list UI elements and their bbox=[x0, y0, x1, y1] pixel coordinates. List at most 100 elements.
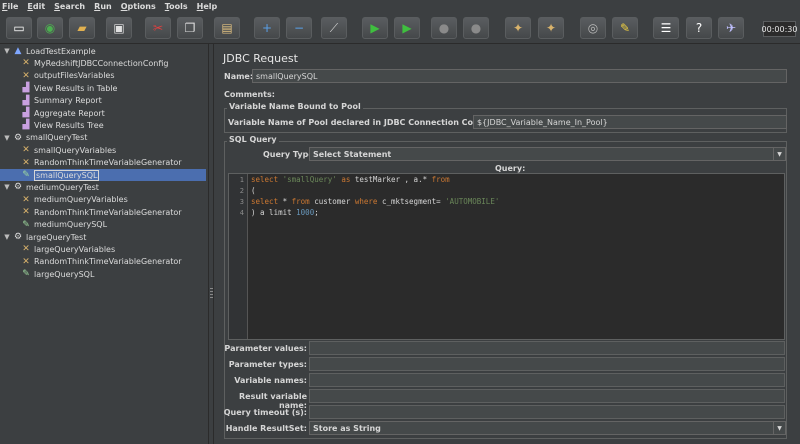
toggle-icon: ⟋ bbox=[329, 20, 339, 35]
comments-input[interactable] bbox=[272, 88, 787, 100]
tree-node[interactable]: ▟ Summary Report bbox=[0, 95, 102, 107]
menu-file[interactable]: File bbox=[2, 2, 18, 11]
name-label: Name: bbox=[224, 72, 254, 81]
tree-node[interactable]: ✕ RandomThinkTimeVariableGenerator bbox=[0, 157, 182, 169]
expand-button[interactable]: + bbox=[254, 17, 280, 39]
pool-variable-input[interactable]: ${JDBC_Variable_Name_In_Pool} bbox=[473, 115, 787, 129]
config-icon: ✕ bbox=[22, 244, 30, 255]
tree-node[interactable]: ✕ mediumQueryVariables bbox=[0, 194, 128, 206]
menu-search[interactable]: Search bbox=[54, 2, 85, 11]
clear-button[interactable]: ✦ bbox=[505, 17, 531, 39]
line-number: 2 bbox=[239, 187, 244, 195]
tree-node-label: largeQueryTest bbox=[26, 232, 87, 242]
menu-edit[interactable]: Edit bbox=[27, 2, 45, 11]
tree-node-label: LoadTestExample bbox=[26, 46, 96, 56]
tree-node-label: View Results in Table bbox=[34, 83, 118, 93]
tree-node[interactable]: ✎ smallQuerySQL bbox=[0, 169, 206, 181]
remote-icon: ✈ bbox=[725, 21, 737, 35]
tree-node[interactable]: ▼ ⚙ largeQueryTest bbox=[0, 231, 86, 243]
cut-button[interactable]: ✂ bbox=[145, 17, 171, 39]
tree-node[interactable]: ▟ View Results Tree bbox=[0, 119, 104, 131]
param-input[interactable] bbox=[309, 373, 785, 387]
expand-toggle-icon[interactable]: ▼ bbox=[3, 134, 11, 142]
param-label: Parameter types: bbox=[228, 360, 307, 369]
tree-node[interactable]: ✕ RandomThinkTimeVariableGenerator bbox=[0, 256, 182, 268]
listener-icon: ▟ bbox=[22, 108, 30, 118]
sampler-icon: ✎ bbox=[22, 170, 30, 180]
start-no-pauses-icon: ▶ bbox=[402, 21, 412, 35]
menu-options[interactable]: Options bbox=[121, 2, 156, 11]
code-line-1: select 'smallQuery' as testMarker , a.* … bbox=[251, 175, 450, 184]
tree-node[interactable]: ✕ outputFilesVariables bbox=[0, 70, 115, 82]
tree-node[interactable]: ✕ RandomThinkTimeVariableGenerator bbox=[0, 206, 182, 218]
tree-node[interactable]: ▟ View Results in Table bbox=[0, 82, 118, 94]
param-input[interactable] bbox=[309, 405, 785, 419]
handle-resultset-select[interactable]: Store as String ▼ bbox=[309, 421, 786, 435]
tree-node[interactable]: ✕ largeQueryVariables bbox=[0, 243, 115, 255]
tree-node-label: RandomThinkTimeVariableGenerator bbox=[34, 207, 182, 217]
splitter-handle[interactable] bbox=[209, 44, 214, 444]
param-input[interactable] bbox=[309, 341, 785, 355]
toggle-button[interactable]: ⟋ bbox=[321, 17, 347, 39]
code-line-2: ( bbox=[251, 186, 256, 195]
tree-node-label: View Results Tree bbox=[34, 120, 104, 130]
config-icon: ✕ bbox=[22, 256, 30, 267]
start-button[interactable]: ▶ bbox=[362, 17, 388, 39]
menu-help[interactable]: Help bbox=[197, 2, 218, 11]
shutdown-button[interactable]: ● bbox=[463, 17, 489, 39]
code-line-3: select * from customer where c_mktsegmen… bbox=[251, 197, 500, 206]
collapse-button[interactable]: − bbox=[286, 17, 312, 39]
open-button[interactable]: ▰ bbox=[69, 17, 95, 39]
copy-button[interactable]: ❐ bbox=[177, 17, 203, 39]
testplan-icon: ▲ bbox=[14, 46, 22, 56]
chevron-down-icon: ▼ bbox=[773, 148, 785, 160]
tree-node-label: smallQuerySQL bbox=[34, 169, 100, 181]
remote-button[interactable]: ✈ bbox=[718, 17, 744, 39]
tree-node[interactable]: ✕ MyRedshiftJDBCConnectionConfig bbox=[0, 57, 168, 69]
tree-node-label: RandomThinkTimeVariableGenerator bbox=[34, 257, 182, 267]
line-number-gutter: 1 2 3 4 bbox=[229, 174, 248, 339]
save-button[interactable]: ▣ bbox=[106, 17, 132, 39]
tree-node[interactable]: ✕ smallQueryVariables bbox=[0, 144, 116, 156]
tree-node[interactable]: ▼ ⚙ smallQueryTest bbox=[0, 132, 87, 144]
threadgroup-icon: ⚙ bbox=[13, 232, 23, 242]
function-helper-icon: ☰ bbox=[660, 21, 672, 35]
paste-button[interactable]: ▤ bbox=[214, 17, 240, 39]
new-icon: ▭ bbox=[13, 21, 25, 35]
function-helper-button[interactable]: ☰ bbox=[653, 17, 679, 39]
listener-icon: ▟ bbox=[22, 83, 30, 94]
clear-all-button[interactable]: ✦ bbox=[538, 17, 564, 39]
new-button[interactable]: ▭ bbox=[6, 17, 32, 39]
search-button[interactable]: ◎ bbox=[580, 17, 606, 39]
menu-tools[interactable]: Tools bbox=[165, 2, 188, 11]
reset-search-button[interactable]: ✎ bbox=[612, 17, 638, 39]
stop-button[interactable]: ● bbox=[431, 17, 457, 39]
tree-node-label: largeQuerySQL bbox=[34, 269, 95, 279]
templates-button[interactable]: ◉ bbox=[37, 17, 63, 39]
tree-node[interactable]: ✎ largeQuerySQL bbox=[0, 268, 94, 280]
start-no-pauses-button[interactable]: ▶ bbox=[394, 17, 420, 39]
param-input[interactable] bbox=[309, 389, 785, 403]
start-icon: ▶ bbox=[370, 21, 380, 35]
tree-node[interactable]: ▟ Aggregate Report bbox=[0, 107, 105, 119]
help-icon: ? bbox=[695, 21, 703, 35]
param-label: Parameter values: bbox=[224, 344, 307, 353]
expand-toggle-icon[interactable]: ▼ bbox=[3, 233, 11, 241]
menu-run[interactable]: Run bbox=[94, 2, 112, 11]
expand-toggle-icon[interactable]: ▼ bbox=[3, 47, 11, 55]
handle-resultset-label: Handle ResultSet: bbox=[225, 424, 307, 433]
jdbc-request-panel: JDBC Request Name: smallQuerySQL Comment… bbox=[215, 44, 800, 444]
tree-node-label: outputFilesVariables bbox=[34, 71, 115, 81]
tree-node[interactable]: ▼ ▲ LoadTestExample bbox=[0, 45, 96, 57]
name-input[interactable]: smallQuerySQL bbox=[252, 69, 787, 83]
query-editor[interactable]: 1 2 3 4 select 'smallQuery' as testMarke… bbox=[228, 173, 785, 340]
splitter-grip bbox=[210, 288, 213, 298]
tree-node[interactable]: ▼ ⚙ mediumQueryTest bbox=[0, 181, 99, 193]
search-icon: ◎ bbox=[587, 21, 599, 35]
query-type-select[interactable]: Select Statement ▼ bbox=[309, 147, 786, 161]
expand-toggle-icon[interactable]: ▼ bbox=[3, 183, 11, 191]
tree-node[interactable]: ✎ mediumQuerySQL bbox=[0, 219, 107, 231]
tree-node-label: RandomThinkTimeVariableGenerator bbox=[34, 158, 182, 168]
param-input[interactable] bbox=[309, 357, 785, 371]
help-button[interactable]: ? bbox=[686, 17, 712, 39]
